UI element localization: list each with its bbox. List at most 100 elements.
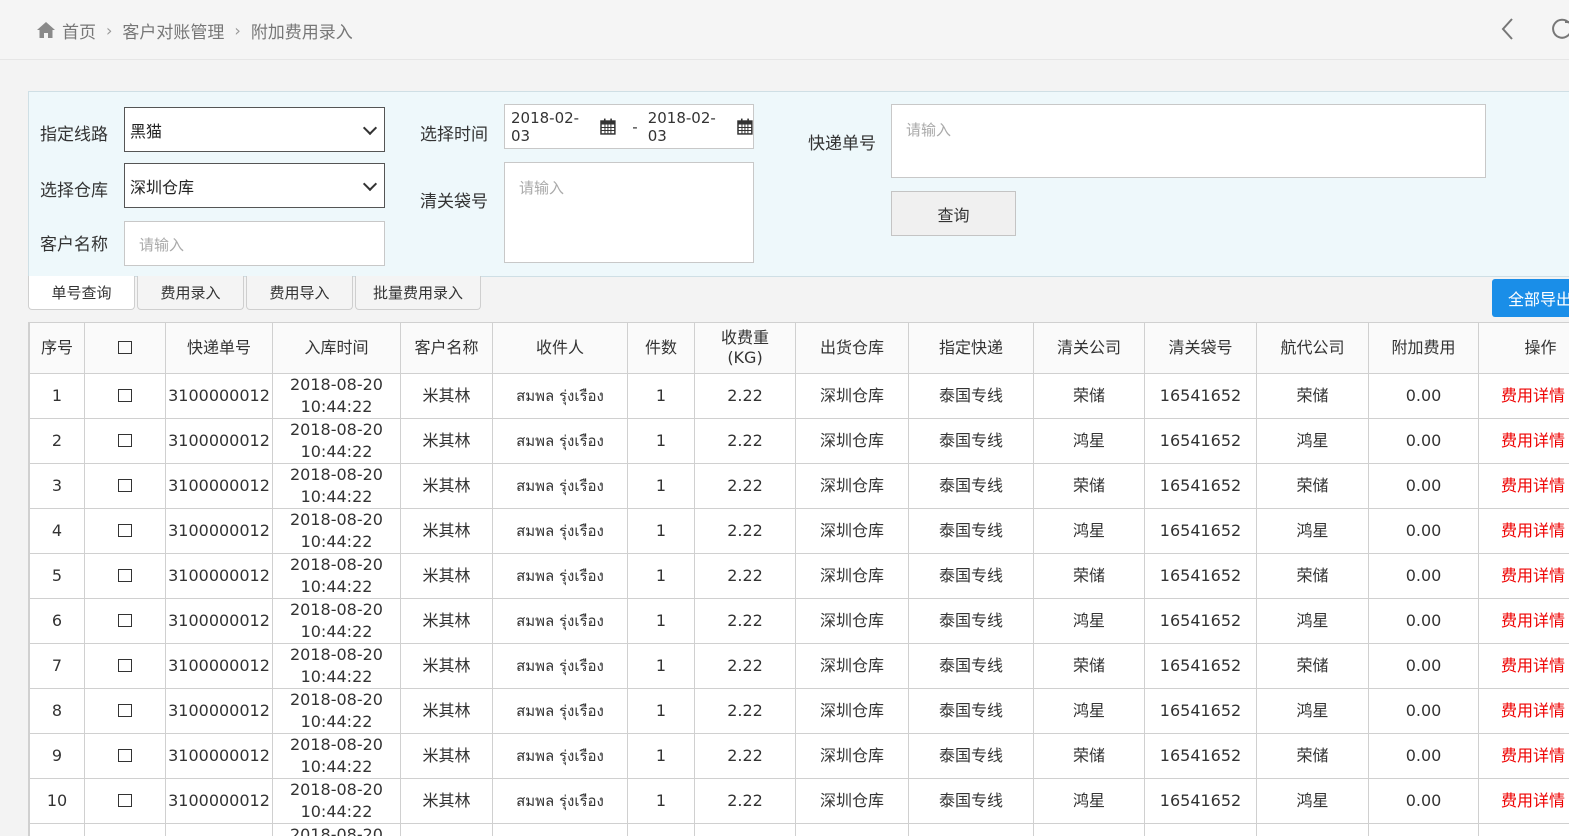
bag-number-textarea[interactable]: 请输入 bbox=[504, 162, 754, 263]
row-action-fee-detail[interactable]: 费用详情 bbox=[1478, 688, 1569, 734]
col-header-pieces: 件数 bbox=[627, 322, 695, 374]
row-inbound-time: 2018-08-20 10:44:22 bbox=[272, 688, 401, 734]
row-select-checkbox[interactable] bbox=[118, 523, 132, 537]
row-bag-no: 16541652 bbox=[1144, 778, 1257, 824]
row-pieces: 1 bbox=[627, 643, 695, 689]
inbound-date: 2018-08-20 bbox=[290, 555, 383, 574]
col-header-express-no: 快递单号 bbox=[165, 322, 273, 374]
row-pieces: 1 bbox=[627, 508, 695, 554]
col-header-index: 序号 bbox=[29, 322, 85, 374]
row-checkbox[interactable] bbox=[84, 463, 166, 509]
tab-fee-import[interactable]: 费用导入 bbox=[246, 276, 353, 310]
table-row: 2 3100000012 2018-08-20 10:44:22 米其林 สมพล รุ่… bbox=[29, 418, 1569, 464]
row-courier: 泰国专线 bbox=[908, 463, 1034, 509]
col-header-select[interactable] bbox=[84, 322, 166, 374]
export-all-button[interactable]: 全部导出 bbox=[1492, 279, 1569, 317]
refresh-icon[interactable] bbox=[1550, 16, 1569, 42]
calendar-icon[interactable] bbox=[600, 118, 617, 135]
row-checkbox[interactable] bbox=[84, 733, 166, 779]
row-courier: 泰国专线 bbox=[908, 373, 1034, 419]
row-agent-company: 荣储 bbox=[1256, 463, 1369, 509]
row-recipient: สมพล รุ่งเรือง bbox=[492, 643, 628, 689]
row-select-checkbox[interactable] bbox=[118, 748, 132, 762]
row-index: 5 bbox=[29, 553, 85, 599]
row-inbound-time: 2018-08-20 10:44:22 bbox=[272, 733, 401, 779]
row-agent-company: 鸿星 bbox=[1256, 688, 1369, 734]
row-action-fee-detail[interactable]: 费用详情 bbox=[1478, 598, 1569, 644]
row-express-no: 3100000012 bbox=[165, 508, 273, 554]
row-recipient: สมพล รุ่งเรือง bbox=[492, 373, 628, 419]
row-checkbox[interactable] bbox=[84, 553, 166, 599]
col-header-inbound-time: 入库时间 bbox=[272, 322, 401, 374]
row-checkbox[interactable] bbox=[84, 778, 166, 824]
inbound-clock: 10:44:22 bbox=[300, 622, 373, 641]
row-action-fee-detail[interactable]: 费用详情 bbox=[1478, 463, 1569, 509]
row-select-checkbox[interactable] bbox=[118, 568, 132, 582]
row-action-fee-detail[interactable]: 费用详情 bbox=[1478, 733, 1569, 779]
row-weight: 2.22 bbox=[694, 463, 796, 509]
warehouse-select-value: 深圳仓库 bbox=[130, 177, 195, 197]
row-customer bbox=[400, 823, 493, 836]
breadcrumb-home[interactable]: 首页 bbox=[62, 18, 96, 43]
breadcrumb-customer-reconciliation[interactable]: 客户对账管理 bbox=[122, 18, 224, 43]
row-select-checkbox[interactable] bbox=[118, 613, 132, 627]
date-range-picker[interactable]: 2018-02-03 - 2018-02-03 bbox=[504, 104, 754, 149]
tab-batch-fee-entry[interactable]: 批量费用录入 bbox=[355, 276, 481, 310]
row-select-checkbox[interactable] bbox=[118, 703, 132, 717]
row-select-checkbox[interactable] bbox=[118, 433, 132, 447]
row-action-fee-detail[interactable]: 费用详情 bbox=[1478, 553, 1569, 599]
row-select-checkbox[interactable] bbox=[118, 388, 132, 402]
row-pieces: 1 bbox=[627, 418, 695, 464]
table-body: 1 3100000012 2018-08-20 10:44:22 米其林 สมพล รุ่… bbox=[29, 373, 1569, 836]
warehouse-select[interactable]: 深圳仓库 bbox=[124, 163, 385, 208]
row-weight: 2.22 bbox=[694, 418, 796, 464]
chevron-left-icon[interactable] bbox=[1498, 16, 1518, 42]
row-action-fee-detail[interactable]: 费用详情 bbox=[1478, 643, 1569, 689]
table-row: 1 3100000012 2018-08-20 10:44:22 米其林 สมพล รุ่… bbox=[29, 373, 1569, 419]
tab-fee-entry[interactable]: 费用录入 bbox=[137, 276, 244, 310]
row-courier: 泰国专线 bbox=[908, 688, 1034, 734]
select-all-checkbox[interactable] bbox=[118, 340, 132, 354]
row-checkbox[interactable] bbox=[84, 643, 166, 689]
express-number-textarea[interactable]: 请输入 bbox=[891, 104, 1486, 178]
row-checkbox[interactable] bbox=[84, 418, 166, 464]
row-extra-fee: 0.00 bbox=[1368, 508, 1479, 554]
row-clearance-company: 荣储 bbox=[1033, 553, 1145, 599]
date-end[interactable]: 2018-02-03 bbox=[648, 109, 734, 145]
date-start[interactable]: 2018-02-03 bbox=[511, 109, 597, 145]
row-action-fee-detail[interactable]: 费用详情 bbox=[1478, 778, 1569, 824]
row-checkbox[interactable] bbox=[84, 373, 166, 419]
tab-order-query[interactable]: 单号查询 bbox=[28, 276, 135, 310]
row-action-fee-detail[interactable]: 费用详情 bbox=[1478, 418, 1569, 464]
query-button[interactable]: 查询 bbox=[891, 191, 1016, 236]
row-extra-fee: 0.00 bbox=[1368, 778, 1479, 824]
home-icon[interactable] bbox=[36, 20, 56, 40]
row-pieces: 1 bbox=[627, 463, 695, 509]
row-customer: 米其林 bbox=[400, 553, 493, 599]
row-express-no bbox=[165, 823, 273, 836]
route-select-value: 黑猫 bbox=[130, 121, 163, 141]
route-select[interactable]: 黑猫 bbox=[124, 107, 385, 152]
row-bag-no: 16541652 bbox=[1144, 373, 1257, 419]
row-checkbox[interactable] bbox=[84, 688, 166, 734]
row-index: 1 bbox=[29, 373, 85, 419]
row-inbound-time: 2018-08-20 10:44:22 bbox=[272, 508, 401, 554]
calendar-icon[interactable] bbox=[737, 118, 753, 135]
row-agent-company: 荣储 bbox=[1256, 643, 1369, 689]
customer-input[interactable]: 请输入 bbox=[124, 221, 385, 266]
table-row: 9 3100000012 2018-08-20 10:44:22 米其林 สมพล รุ่… bbox=[29, 733, 1569, 779]
col-header-weight: 收费重 (KG) bbox=[694, 322, 796, 374]
row-clearance-company: 鸿星 bbox=[1033, 598, 1145, 644]
row-action-fee-detail[interactable]: 费用详情 bbox=[1478, 373, 1569, 419]
row-select-checkbox[interactable] bbox=[118, 793, 132, 807]
row-checkbox[interactable] bbox=[84, 508, 166, 554]
row-checkbox[interactable] bbox=[84, 598, 166, 644]
row-select-checkbox[interactable] bbox=[118, 658, 132, 672]
row-index: 6 bbox=[29, 598, 85, 644]
row-inbound-time: 2018-08-20 10:44:22 bbox=[272, 463, 401, 509]
row-select-checkbox[interactable] bbox=[118, 478, 132, 492]
row-action-fee-detail[interactable]: 费用详情 bbox=[1478, 508, 1569, 554]
row-agent-company: 鸿星 bbox=[1256, 508, 1369, 554]
date-separator: - bbox=[632, 117, 638, 136]
row-express-no: 3100000012 bbox=[165, 373, 273, 419]
